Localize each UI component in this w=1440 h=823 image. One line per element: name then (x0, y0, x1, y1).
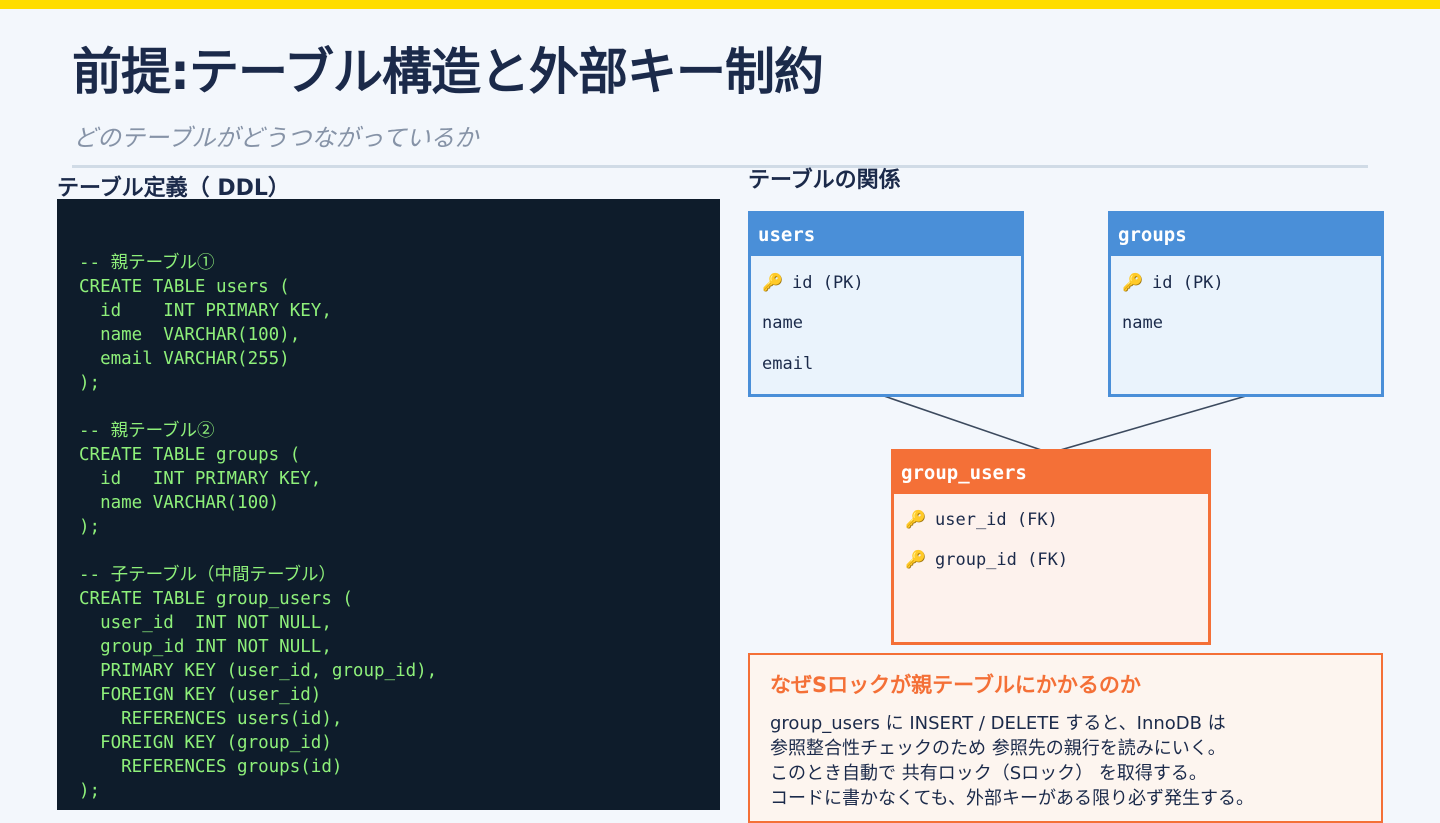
relationship-line (883, 395, 1247, 454)
note-line: 参照整合性チェックのため 参照先の親行を読みにいく。 (770, 738, 1226, 759)
entity-groups-field: name (1122, 313, 1163, 333)
entity-groups-field: 🔑 id (PK) (1122, 273, 1224, 293)
note-line: このとき自動で 共有ロック（Sロック） を取得する。 (770, 763, 1207, 784)
entity-users-field: name (762, 313, 803, 333)
key-icon: 🔑 (905, 510, 927, 530)
entity-group-users-field: 🔑 user_id (FK) (905, 510, 1058, 530)
entity-group-users-header: group_users (894, 452, 1208, 494)
entity-groups: groups 🔑 id (PK) name (1108, 211, 1384, 397)
note-line: コードに書かなくても、外部キーがある限り必ず発生する。 (770, 788, 1255, 809)
key-icon: 🔑 (905, 550, 927, 570)
note-line: group_users に INSERT / DELETE すると、InnoDB… (770, 713, 1226, 734)
note-body: group_users に INSERT / DELETE すると、InnoDB… (770, 711, 1254, 811)
entity-users: users 🔑 id (PK) name email (748, 211, 1024, 397)
note-title: なぜSロックが親テーブルにかかるのか (770, 673, 1141, 697)
entity-group-users-field: 🔑 group_id (FK) (905, 550, 1069, 570)
key-icon: 🔑 (762, 273, 784, 293)
entity-users-field: email (762, 354, 814, 374)
s-lock-note: なぜSロックが親テーブルにかかるのか group_users に INSERT … (748, 653, 1383, 823)
entity-users-field: 🔑 id (PK) (762, 273, 864, 293)
entity-groups-header: groups (1111, 214, 1381, 256)
entity-group-users: group_users 🔑 user_id (FK) 🔑 group_id (FK) (891, 449, 1211, 645)
key-icon: 🔑 (1122, 273, 1144, 293)
entity-users-header: users (751, 214, 1021, 256)
